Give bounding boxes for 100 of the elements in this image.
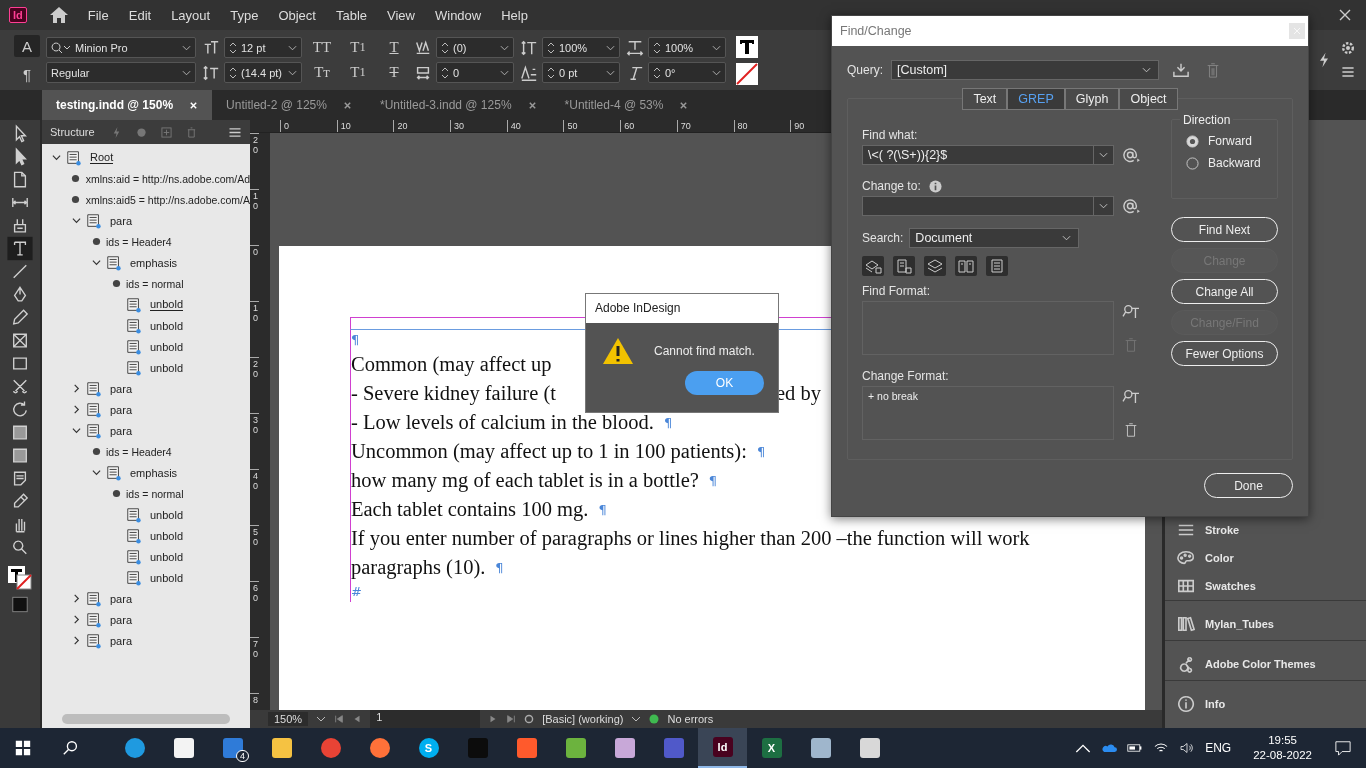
- document-tab[interactable]: Untitled-2 @ 125%: [212, 90, 366, 120]
- dialog-tab[interactable]: Glyph: [1064, 88, 1120, 110]
- chevron-icon[interactable]: [91, 468, 101, 477]
- footnotes-icon[interactable]: [986, 256, 1008, 276]
- attribute-label[interactable]: ids = normal: [126, 487, 184, 500]
- home-icon[interactable]: [48, 6, 69, 24]
- attribute-label[interactable]: ids = Header4: [106, 445, 172, 458]
- menu-item[interactable]: Table: [335, 7, 368, 23]
- chevron-icon[interactable]: [71, 636, 81, 645]
- format-icon[interactable]: [1122, 388, 1140, 404]
- menu-item[interactable]: Window: [435, 7, 482, 23]
- kerning-field[interactable]: (0): [436, 37, 514, 58]
- element-label[interactable]: unbold: [150, 340, 184, 353]
- strikethrough-button[interactable]: T: [380, 60, 408, 85]
- element-label[interactable]: unbold: [150, 508, 184, 521]
- search-icon[interactable]: [62, 739, 80, 757]
- battery-icon[interactable]: [1127, 742, 1144, 754]
- change-to-field[interactable]: [862, 196, 1114, 216]
- info-icon[interactable]: [928, 179, 942, 193]
- find-what-field[interactable]: \<( ?(\S+)){2}$: [862, 145, 1114, 165]
- settings-icon[interactable]: [1340, 40, 1356, 56]
- page-field[interactable]: 1: [370, 710, 481, 728]
- menu-icon[interactable]: [1340, 64, 1356, 80]
- chevron-icon[interactable]: [71, 615, 81, 624]
- search-scope-dropdown[interactable]: Document: [909, 228, 1080, 248]
- element-label[interactable]: para: [110, 634, 133, 647]
- radio-label[interactable]: Forward: [1208, 134, 1252, 148]
- close-icon[interactable]: [342, 100, 352, 110]
- all-caps-button[interactable]: TT: [308, 35, 336, 60]
- stroke-swatch-icon[interactable]: [736, 62, 758, 85]
- horizontal-scale-field[interactable]: 100%: [648, 37, 726, 58]
- dialog-tab[interactable]: Object: [1119, 88, 1178, 110]
- dialog-tab[interactable]: Text: [962, 88, 1008, 110]
- layers-icon[interactable]: [924, 256, 946, 276]
- chevron-icon[interactable]: [71, 405, 81, 414]
- gradient-icon[interactable]: [11, 446, 29, 465]
- element-label[interactable]: para: [110, 382, 133, 395]
- panel-item[interactable]: Color: [1165, 544, 1366, 572]
- baseline-shift-field[interactable]: 0 pt: [542, 62, 620, 83]
- element-label[interactable]: para: [110, 424, 133, 437]
- fill-stroke-icon[interactable]: [7, 565, 33, 591]
- underline-button[interactable]: T: [380, 35, 408, 60]
- chevron-icon[interactable]: [1075, 742, 1092, 754]
- wifi-icon[interactable]: [1153, 742, 1170, 754]
- close-icon[interactable]: [679, 100, 689, 110]
- master-pages-icon[interactable]: [955, 256, 977, 276]
- attribute-label[interactable]: xmlns:aid = http://ns.adobe.com/Ad: [85, 172, 250, 185]
- fill-swatch-icon[interactable]: [736, 35, 758, 58]
- skew-field[interactable]: 0°: [648, 62, 726, 83]
- attribute-label[interactable]: xmlns:aid5 = http://ns.adobe.com/A: [85, 193, 250, 206]
- caret-icon[interactable]: [631, 714, 642, 724]
- query-dropdown[interactable]: [Custom]: [891, 60, 1159, 80]
- panel-item[interactable]: Mylan_Tubes: [1165, 600, 1366, 640]
- dot-icon[interactable]: [135, 126, 147, 138]
- clock-time[interactable]: 19:55: [1268, 733, 1297, 748]
- panel-item[interactable]: Stroke: [1165, 516, 1366, 544]
- document-tab[interactable]: *Untitled-4 @ 53%: [550, 90, 703, 120]
- scissors-icon[interactable]: [11, 377, 29, 396]
- page-icon[interactable]: [524, 714, 535, 724]
- last-page-icon[interactable]: [506, 714, 517, 724]
- note-icon[interactable]: [11, 469, 29, 488]
- close-icon[interactable]: [189, 100, 199, 110]
- panel-item[interactable]: Adobe Color Themes: [1165, 640, 1366, 680]
- windows-logo-icon[interactable]: [14, 739, 32, 757]
- preflight-status[interactable]: No errors: [667, 713, 714, 725]
- zoom-field[interactable]: 150%: [268, 712, 309, 726]
- close-icon[interactable]: [527, 100, 537, 110]
- element-label[interactable]: emphasis: [130, 256, 178, 269]
- line-icon[interactable]: [11, 262, 29, 281]
- element-label[interactable]: unbold: [150, 529, 184, 542]
- close-icon[interactable]: [1339, 9, 1351, 21]
- tracking-field[interactable]: 0: [436, 62, 514, 83]
- chevron-icon[interactable]: [71, 384, 81, 393]
- radio-button[interactable]: [1186, 134, 1199, 148]
- first-page-icon[interactable]: [334, 714, 345, 724]
- chevron-icon[interactable]: [51, 153, 61, 162]
- gradient-icon[interactable]: [11, 423, 29, 442]
- leading-field[interactable]: (14.4 pt): [224, 62, 302, 83]
- menu-item[interactable]: Object: [278, 7, 316, 23]
- element-label[interactable]: unbold: [150, 319, 184, 332]
- element-label[interactable]: Root: [90, 151, 114, 164]
- search-icon[interactable]: [11, 538, 29, 557]
- document-tab[interactable]: testing.indd @ 150%: [42, 90, 213, 120]
- menu-item[interactable]: Layout: [171, 7, 211, 23]
- chevron-icon[interactable]: [71, 594, 81, 603]
- notification-icon[interactable]: [1334, 740, 1352, 756]
- small-caps-button[interactable]: Tᴛ: [308, 60, 336, 85]
- dialog-tab[interactable]: GREP: [1007, 88, 1065, 110]
- element-label[interactable]: para: [110, 403, 133, 416]
- locked-layers-icon[interactable]: [862, 256, 884, 276]
- pencil-icon[interactable]: [11, 308, 29, 327]
- attribute-label[interactable]: ids = Header4: [106, 235, 172, 248]
- collector-icon[interactable]: [11, 216, 29, 235]
- mode-button[interactable]: A: [14, 35, 40, 57]
- element-label[interactable]: para: [110, 214, 133, 227]
- menu-item[interactable]: File: [87, 7, 109, 23]
- panel-item[interactable]: Swatches: [1165, 572, 1366, 600]
- element-label[interactable]: unbold: [150, 571, 184, 584]
- vertical-scale-field[interactable]: 100%: [542, 37, 620, 58]
- element-label[interactable]: emphasis: [130, 466, 178, 479]
